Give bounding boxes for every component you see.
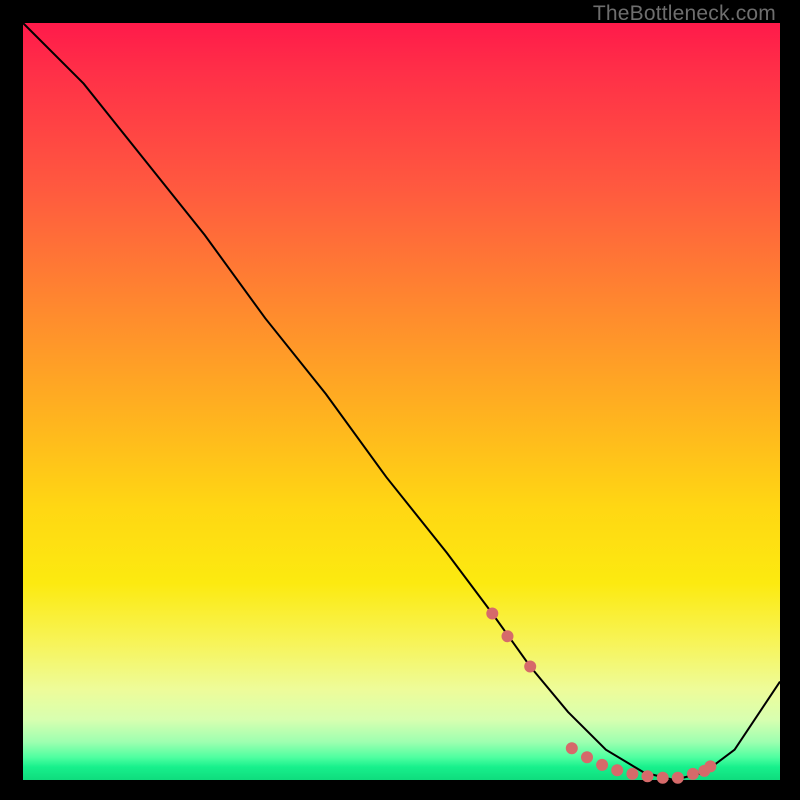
- valley-marker: [642, 770, 654, 782]
- curve-layer: [23, 23, 780, 780]
- valley-marker: [611, 764, 623, 776]
- valley-marker: [566, 742, 578, 754]
- valley-marker: [657, 772, 669, 784]
- valley-marker: [704, 760, 716, 772]
- chart-stage: TheBottleneck.com: [0, 0, 800, 800]
- plot-area: [23, 23, 780, 780]
- bottleneck-curve: [23, 23, 780, 780]
- valley-marker: [486, 608, 498, 620]
- valley-marker: [502, 630, 514, 642]
- valley-marker-group: [486, 608, 716, 784]
- valley-marker: [581, 751, 593, 763]
- valley-marker: [626, 768, 638, 780]
- valley-marker: [687, 768, 699, 780]
- valley-marker: [524, 661, 536, 673]
- valley-marker: [672, 772, 684, 784]
- valley-marker: [596, 759, 608, 771]
